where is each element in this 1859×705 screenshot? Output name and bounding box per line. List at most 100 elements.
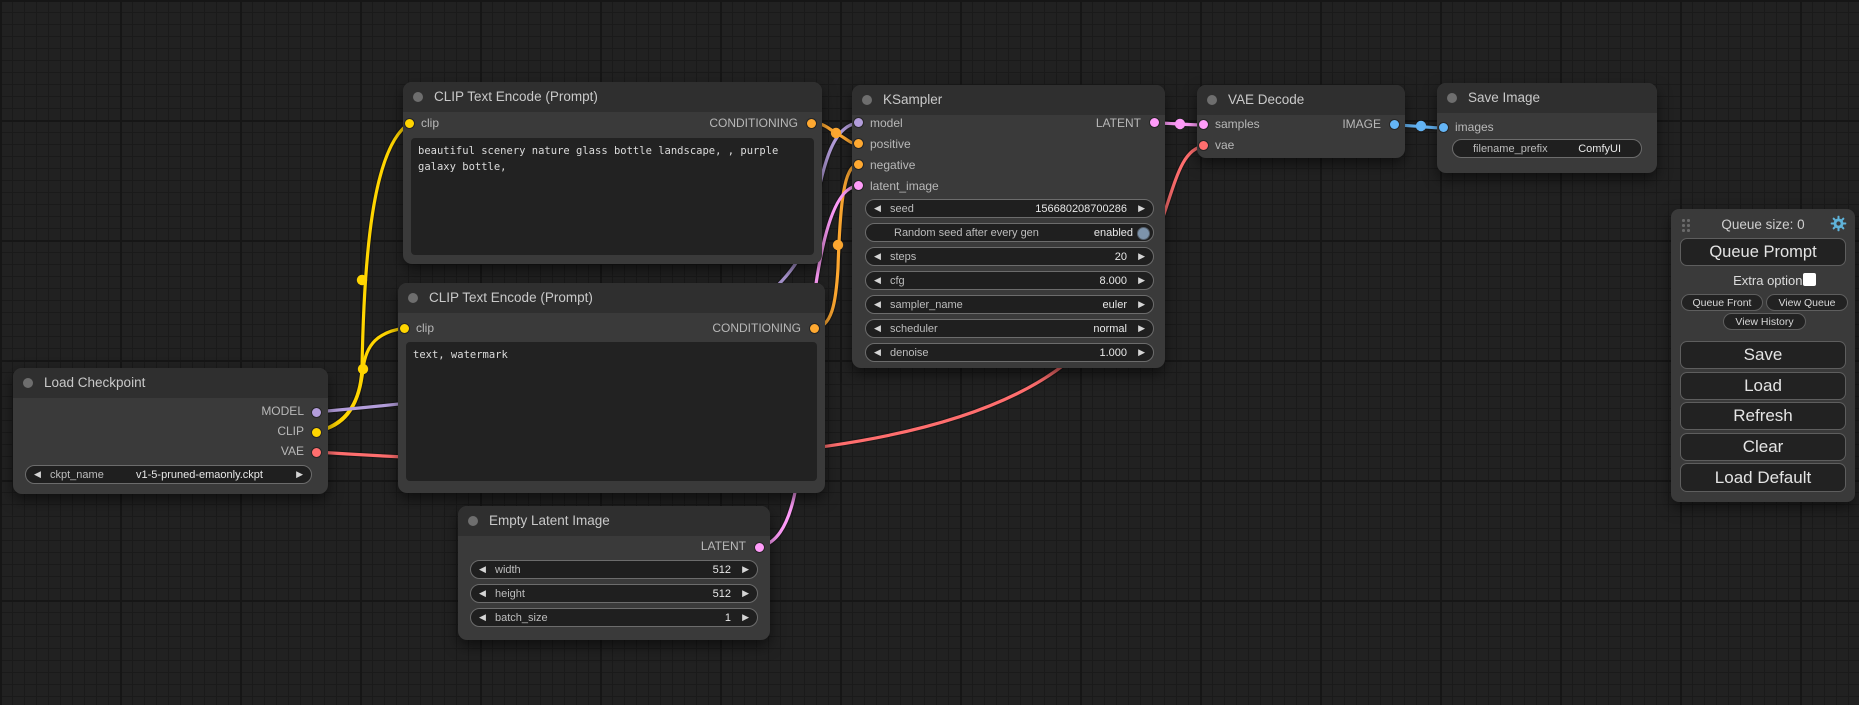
widget-label: width bbox=[495, 564, 521, 576]
scheduler-widget[interactable]: ◀ scheduler normal ▶ bbox=[865, 319, 1154, 338]
conditioning-output-port[interactable] bbox=[810, 324, 819, 333]
prev-arrow-icon[interactable]: ◀ bbox=[874, 251, 881, 262]
next-arrow-icon[interactable]: ▶ bbox=[1138, 251, 1145, 262]
load-button[interactable]: Load bbox=[1680, 372, 1846, 400]
widget-label: ckpt_name bbox=[50, 469, 104, 481]
prev-arrow-icon[interactable]: ◀ bbox=[874, 323, 881, 334]
prev-arrow-icon[interactable]: ◀ bbox=[34, 469, 41, 480]
comfyui-node-canvas[interactable]: { "icons": { "arrow_left": "◀", "arrow_r… bbox=[0, 0, 1859, 705]
output-label-latent: LATENT bbox=[1096, 116, 1141, 130]
node-status-dot-icon bbox=[1447, 93, 1457, 103]
widget-label: filename_prefix bbox=[1473, 143, 1548, 155]
node-titlebar[interactable]: Empty Latent Image bbox=[458, 506, 770, 536]
output-label-image: IMAGE bbox=[1342, 117, 1381, 131]
node-title: VAE Decode bbox=[1228, 92, 1304, 107]
prev-arrow-icon[interactable]: ◀ bbox=[874, 275, 881, 286]
input-label-latent-image: latent_image bbox=[870, 179, 939, 193]
widget-value: 512 bbox=[713, 564, 731, 576]
node-title: Save Image bbox=[1468, 90, 1540, 105]
node-titlebar[interactable]: VAE Decode bbox=[1197, 85, 1405, 115]
image-output-port[interactable] bbox=[1390, 120, 1399, 129]
widget-value: 1.000 bbox=[1099, 347, 1127, 359]
widget-label: height bbox=[495, 588, 525, 600]
node-vae-decode: VAE Decode samples vae IMAGE bbox=[1197, 85, 1405, 158]
node-titlebar[interactable]: Save Image bbox=[1437, 83, 1657, 113]
prev-arrow-icon[interactable]: ◀ bbox=[479, 564, 486, 575]
prev-arrow-icon[interactable]: ◀ bbox=[479, 612, 486, 623]
widget-value: enabled bbox=[1094, 227, 1133, 239]
filename-prefix-widget[interactable]: filename_prefix ComfyUI bbox=[1452, 139, 1642, 158]
node-titlebar[interactable]: CLIP Text Encode (Prompt) bbox=[403, 82, 822, 112]
seed-widget[interactable]: ◀ seed 156680208700286 ▶ bbox=[865, 199, 1154, 218]
height-widget[interactable]: ◀ height 512 ▶ bbox=[470, 584, 758, 603]
settings-gear-icon[interactable] bbox=[1830, 215, 1847, 232]
vae-input-port[interactable] bbox=[1199, 141, 1208, 150]
steps-widget[interactable]: ◀ steps 20 ▶ bbox=[865, 247, 1154, 266]
node-status-dot-icon bbox=[1207, 95, 1217, 105]
next-arrow-icon[interactable]: ▶ bbox=[1138, 299, 1145, 310]
next-arrow-icon[interactable]: ▶ bbox=[742, 612, 749, 623]
batch-size-widget[interactable]: ◀ batch_size 1 ▶ bbox=[470, 608, 758, 627]
denoise-widget[interactable]: ◀ denoise 1.000 ▶ bbox=[865, 343, 1154, 362]
conditioning-output-port[interactable] bbox=[807, 119, 816, 128]
queue-front-button[interactable]: Queue Front bbox=[1681, 294, 1763, 311]
vae-output-port[interactable] bbox=[312, 448, 321, 457]
cfg-widget[interactable]: ◀ cfg 8.000 ▶ bbox=[865, 271, 1154, 290]
latent-image-input-port[interactable] bbox=[854, 181, 863, 190]
prev-arrow-icon[interactable]: ◀ bbox=[479, 588, 486, 599]
width-widget[interactable]: ◀ width 512 ▶ bbox=[470, 560, 758, 579]
clear-button[interactable]: Clear bbox=[1680, 433, 1846, 461]
next-arrow-icon[interactable]: ▶ bbox=[1138, 347, 1145, 358]
prompt-text-area[interactable]: text, watermark bbox=[406, 342, 817, 481]
clip-output-port[interactable] bbox=[312, 428, 321, 437]
refresh-button[interactable]: Refresh bbox=[1680, 402, 1846, 430]
next-arrow-icon[interactable]: ▶ bbox=[296, 469, 303, 480]
next-arrow-icon[interactable]: ▶ bbox=[742, 588, 749, 599]
widget-label: cfg bbox=[890, 275, 905, 287]
images-input-port[interactable] bbox=[1439, 123, 1448, 132]
negative-input-port[interactable] bbox=[854, 160, 863, 169]
prompt-text-area[interactable]: beautiful scenery nature glass bottle la… bbox=[411, 138, 814, 255]
positive-input-port[interactable] bbox=[854, 139, 863, 148]
save-button[interactable]: Save bbox=[1680, 341, 1846, 369]
latent-output-port[interactable] bbox=[1150, 118, 1159, 127]
model-output-port[interactable] bbox=[312, 408, 321, 417]
clip-input-port[interactable] bbox=[405, 119, 414, 128]
next-arrow-icon[interactable]: ▶ bbox=[1138, 323, 1145, 334]
model-input-port[interactable] bbox=[854, 118, 863, 127]
latent-output-port[interactable] bbox=[755, 543, 764, 552]
widget-label: Random seed after every gen bbox=[894, 227, 1039, 239]
next-arrow-icon[interactable]: ▶ bbox=[742, 564, 749, 575]
node-title: CLIP Text Encode (Prompt) bbox=[429, 290, 593, 305]
sampler-name-widget[interactable]: ◀ sampler_name euler ▶ bbox=[865, 295, 1154, 314]
next-arrow-icon[interactable]: ▶ bbox=[1138, 203, 1145, 214]
prev-arrow-icon[interactable]: ◀ bbox=[874, 203, 881, 214]
extra-options-checkbox[interactable] bbox=[1803, 273, 1816, 286]
node-status-dot-icon bbox=[413, 92, 423, 102]
node-clip-text-encode-positive: CLIP Text Encode (Prompt) clip CONDITION… bbox=[403, 82, 822, 264]
queue-prompt-button[interactable]: Queue Prompt bbox=[1680, 238, 1846, 266]
view-history-button[interactable]: View History bbox=[1723, 313, 1806, 330]
widget-value: euler bbox=[1103, 299, 1127, 311]
random-seed-toggle-widget[interactable]: Random seed after every gen enabled bbox=[865, 223, 1154, 242]
toggle-knob-icon[interactable] bbox=[1137, 227, 1150, 240]
widget-value: 1 bbox=[725, 612, 731, 624]
node-title: KSampler bbox=[883, 92, 942, 107]
node-titlebar[interactable]: KSampler bbox=[852, 85, 1165, 115]
input-label-positive: positive bbox=[870, 137, 911, 151]
output-label-latent: LATENT bbox=[701, 539, 746, 553]
prev-arrow-icon[interactable]: ◀ bbox=[874, 299, 881, 310]
input-label-negative: negative bbox=[870, 158, 915, 172]
samples-input-port[interactable] bbox=[1199, 120, 1208, 129]
node-save-image: Save Image images filename_prefix ComfyU… bbox=[1437, 83, 1657, 173]
ckpt-name-widget[interactable]: ◀ ckpt_name v1-5-pruned-emaonly.ckpt ▶ bbox=[25, 465, 312, 484]
node-titlebar[interactable]: Load Checkpoint bbox=[13, 368, 328, 398]
clip-input-port[interactable] bbox=[400, 324, 409, 333]
node-titlebar[interactable]: CLIP Text Encode (Prompt) bbox=[398, 283, 825, 313]
next-arrow-icon[interactable]: ▶ bbox=[1138, 275, 1145, 286]
prev-arrow-icon[interactable]: ◀ bbox=[874, 347, 881, 358]
node-title: CLIP Text Encode (Prompt) bbox=[434, 89, 598, 104]
load-default-button[interactable]: Load Default bbox=[1680, 463, 1846, 492]
view-queue-button[interactable]: View Queue bbox=[1766, 294, 1848, 311]
output-label-conditioning: CONDITIONING bbox=[709, 116, 798, 130]
